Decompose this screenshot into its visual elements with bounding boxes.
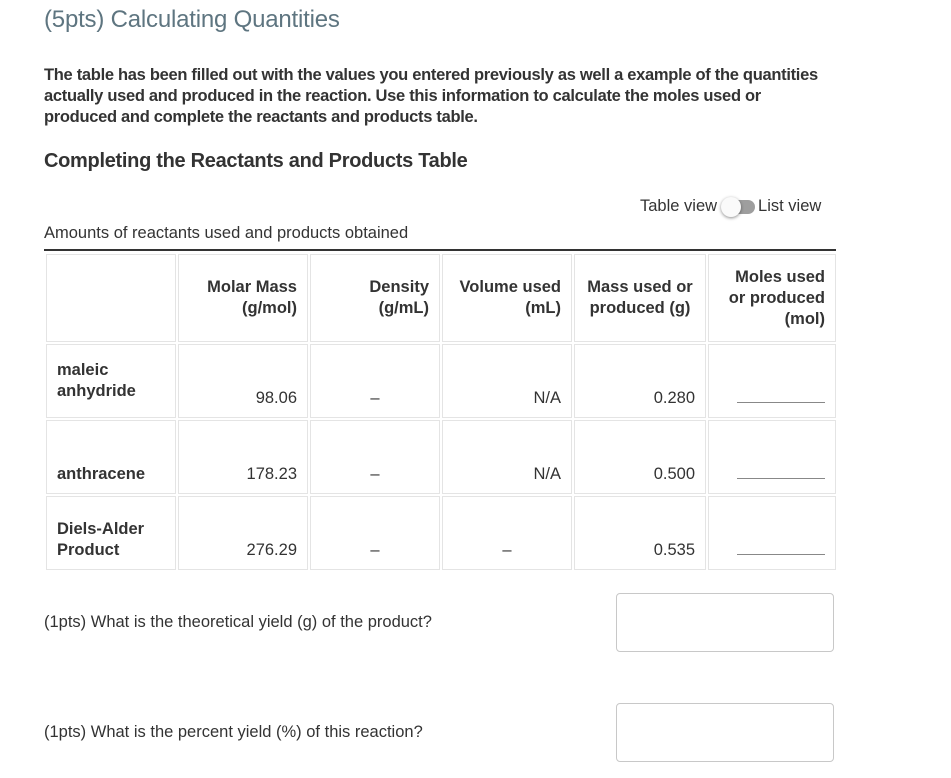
header-molar-mass: Molar Mass (g/mol) xyxy=(178,254,308,342)
header-text: Mass used or xyxy=(587,278,693,296)
row-name: Diels-Alder Product xyxy=(46,496,176,570)
view-toggle-switch[interactable] xyxy=(721,196,756,217)
header-unit: (mL) xyxy=(525,299,561,317)
row-name-line: maleic xyxy=(57,361,109,379)
row-name-line: anhydride xyxy=(57,382,136,400)
row-name: maleic anhydride xyxy=(46,344,176,418)
theoretical-yield-input[interactable] xyxy=(616,593,834,652)
row-name: anthracene xyxy=(46,420,176,494)
moles-input[interactable] xyxy=(737,534,825,555)
table-caption: Amounts of reactants used and products o… xyxy=(44,224,836,251)
row-name-line: Product xyxy=(57,541,120,559)
moles-cell xyxy=(708,496,836,570)
moles-cell xyxy=(708,420,836,494)
volume-cell: – xyxy=(442,496,572,570)
subheading: Completing the Reactants and Products Ta… xyxy=(44,150,468,172)
header-unit: produced (g) xyxy=(589,299,691,317)
mass-cell: 0.280 xyxy=(574,344,706,418)
molar-mass-cell: 276.29 xyxy=(178,496,308,570)
mass-cell: 0.535 xyxy=(574,496,706,570)
section-title: (5pts) Calculating Quantities xyxy=(44,6,340,33)
moles-input[interactable] xyxy=(737,458,825,479)
percent-yield-input[interactable] xyxy=(616,703,834,762)
toggle-knob[interactable] xyxy=(721,197,742,217)
view-toggle: Table view List view xyxy=(640,196,821,217)
header-mass: Mass used or produced (g) xyxy=(574,254,706,342)
row-name-line: Diels-Alder xyxy=(57,520,145,538)
header-text: Molar Mass xyxy=(207,278,297,296)
density-cell: – xyxy=(310,420,440,494)
header-unit: (g/mL) xyxy=(378,299,429,317)
density-cell: – xyxy=(310,496,440,570)
theoretical-yield-question: (1pts) What is the theoretical yield (g)… xyxy=(44,613,432,631)
molar-mass-cell: 178.23 xyxy=(178,420,308,494)
header-volume: Volume used (mL) xyxy=(442,254,572,342)
volume-cell: N/A xyxy=(442,344,572,418)
instructions-text: The table has been filled out with the v… xyxy=(44,66,818,126)
table-row: Diels-Alder Product 276.29 – – 0.535 xyxy=(46,496,836,570)
table-row: anthracene 178.23 – N/A 0.500 xyxy=(46,420,836,494)
reactants-products-table: Molar Mass (g/mol) Density (g/mL) Volume u… xyxy=(44,252,838,572)
header-density: Density (g/mL) xyxy=(310,254,440,342)
table-view-label[interactable]: Table view xyxy=(640,197,717,216)
header-text: or produced xyxy=(728,288,825,307)
list-view-label[interactable]: List view xyxy=(758,197,821,216)
header-text: Volume used xyxy=(459,278,561,296)
volume-cell: N/A xyxy=(442,420,572,494)
mass-cell: 0.500 xyxy=(574,420,706,494)
header-text: Moles used xyxy=(735,267,825,286)
header-moles: Moles used or produced (mol) xyxy=(708,254,836,342)
moles-cell xyxy=(708,344,836,418)
molar-mass-cell: 98.06 xyxy=(178,344,308,418)
header-unit: (mol) xyxy=(784,309,825,328)
density-cell: – xyxy=(310,344,440,418)
header-blank xyxy=(46,254,176,342)
percent-yield-question: (1pts) What is the percent yield (%) of … xyxy=(44,723,423,741)
header-text: Density xyxy=(369,278,429,296)
moles-input[interactable] xyxy=(737,382,825,403)
table-header-row: Molar Mass (g/mol) Density (g/mL) Volume u… xyxy=(46,254,836,342)
table-row: maleic anhydride 98.06 – N/A 0.280 xyxy=(46,344,836,418)
header-unit: (g/mol) xyxy=(242,299,297,317)
